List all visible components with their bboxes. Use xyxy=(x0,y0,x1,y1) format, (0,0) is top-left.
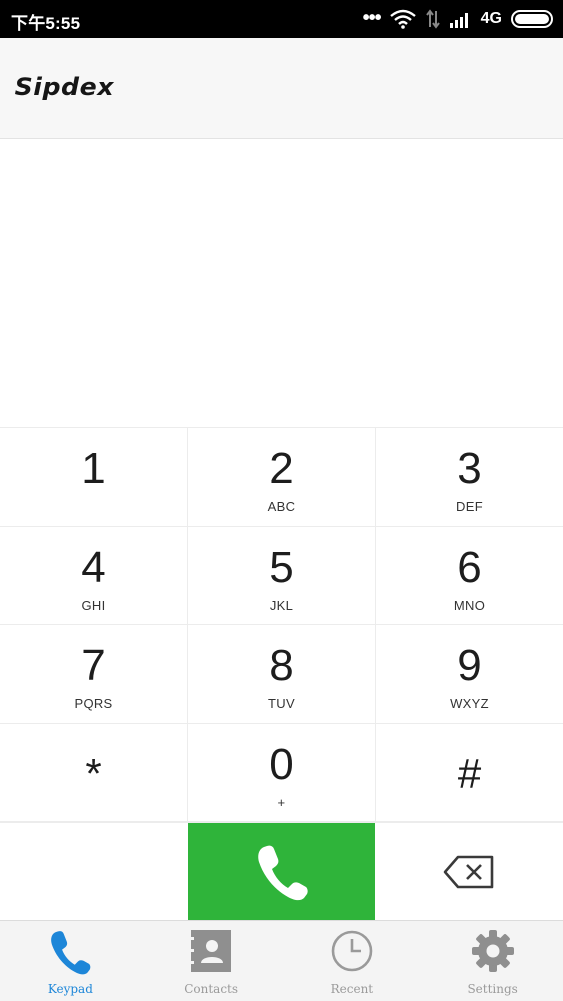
key-digit: # xyxy=(457,749,482,797)
key-letters: WXYZ xyxy=(450,696,489,711)
key-5[interactable]: 5 JKL xyxy=(188,526,376,625)
key-4[interactable]: 4 GHI xyxy=(0,526,188,625)
tab-keypad[interactable]: Keypad xyxy=(0,921,141,1001)
sipdex-logo: Sipdex xyxy=(14,73,115,101)
key-digit: 2 xyxy=(269,444,294,493)
tab-label: Contacts xyxy=(184,982,239,996)
more-dots-icon: ••• xyxy=(362,7,382,29)
tab-label: Keypad xyxy=(47,982,93,996)
key-letters: MNO xyxy=(453,597,486,613)
key-letters: TUV xyxy=(268,696,295,711)
key-letters: DEF xyxy=(456,499,483,514)
tab-contacts[interactable]: Contacts xyxy=(141,921,282,1001)
dial-keypad: 1 2 ABC 3 DEF 4 GHI 5 JKL 6 MNO 7 PQRS 8 TUV 9 W… xyxy=(0,427,563,822)
action-row xyxy=(0,822,563,920)
phone-icon xyxy=(257,845,308,900)
tab-label: Recent xyxy=(330,982,374,996)
key-letters: GHI xyxy=(81,597,106,613)
status-bar: 下午5:55 ••• 4G xyxy=(0,0,563,38)
battery-icon xyxy=(511,10,553,28)
key-digit: 6 xyxy=(457,542,482,592)
key-letters: + xyxy=(277,794,286,810)
bottom-tab-bar: Keypad Contacts Recent Settings xyxy=(0,920,563,1001)
key-hash[interactable]: # xyxy=(376,723,563,822)
key-digit: 0 xyxy=(269,739,294,789)
key-star[interactable]: * xyxy=(0,723,188,822)
key-letters: ABC xyxy=(267,499,296,514)
data-transfer-icon xyxy=(425,9,440,29)
key-9[interactable]: 9 WXYZ xyxy=(376,625,563,724)
tab-recent[interactable]: Recent xyxy=(282,921,423,1001)
signal-strength-icon xyxy=(449,13,468,28)
key-digit: 1 xyxy=(81,444,106,493)
app-header: Sipdex xyxy=(0,38,563,139)
key-digit: * xyxy=(85,749,102,797)
backspace-button[interactable] xyxy=(375,823,563,920)
gear-icon xyxy=(471,929,515,978)
tab-label: Settings xyxy=(467,982,518,996)
key-6[interactable]: 6 MNO xyxy=(376,526,563,625)
key-8[interactable]: 8 TUV xyxy=(188,625,376,724)
key-0[interactable]: 0 + xyxy=(188,723,376,822)
backspace-icon xyxy=(443,855,494,888)
key-digit: 8 xyxy=(269,641,294,690)
key-digit: 3 xyxy=(457,444,482,493)
call-button[interactable] xyxy=(188,823,375,920)
key-digit: 4 xyxy=(81,542,106,592)
contacts-icon xyxy=(189,929,233,978)
key-digit: 5 xyxy=(269,542,294,592)
key-2[interactable]: 2 ABC xyxy=(188,428,376,527)
key-digit: 9 xyxy=(457,641,482,690)
key-3[interactable]: 3 DEF xyxy=(376,428,563,527)
tab-settings[interactable]: Settings xyxy=(422,921,563,1001)
key-letters: PQRS xyxy=(74,696,113,711)
key-7[interactable]: 7 PQRS xyxy=(0,625,188,724)
key-digit: 7 xyxy=(81,641,106,690)
network-type: 4G xyxy=(480,10,502,27)
status-icons: ••• 4G xyxy=(354,6,555,32)
number-display xyxy=(0,139,563,427)
clock-icon xyxy=(330,929,374,978)
key-letters: JKL xyxy=(269,597,294,613)
status-time: 下午5:55 xyxy=(11,14,81,33)
wifi-icon xyxy=(389,9,416,29)
key-1[interactable]: 1 xyxy=(0,428,188,527)
phone-icon xyxy=(48,929,92,980)
